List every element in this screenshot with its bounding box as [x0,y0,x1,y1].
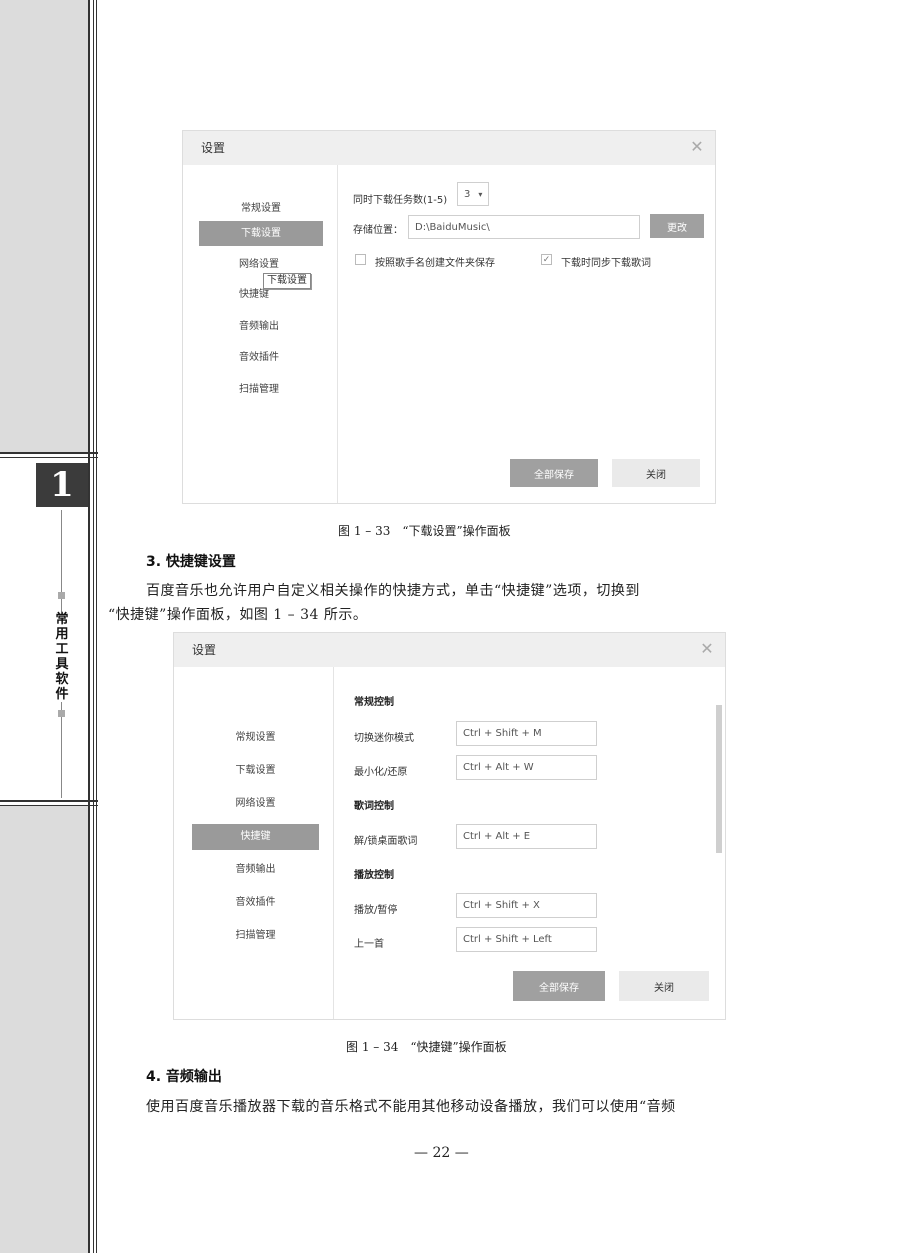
tooltip: 下载设置 [263,273,311,289]
margin-band-bottom [0,806,88,1253]
download-settings-window: 设置 ✕ 常规设置 下载设置 网络设置 快捷键 音频输出 音效插件 扫描管理 下… [182,130,716,504]
concurrent-tasks-label: 同时下载任务数(1-5) [353,195,448,206]
menu-item-effects[interactable]: 音效插件 [192,890,319,916]
figure-caption-1-34: 图 1 – 34 “快捷键”操作面板 [346,1040,507,1054]
side-vertical-title: 常用工具软件 [54,612,70,702]
storage-location-input[interactable]: D:\BaiduMusic\ [408,215,640,239]
chapter-logo: 1 [36,463,88,507]
margin-rule [96,0,97,1253]
paragraph-line: 使用百度音乐播放器下载的音乐格式不能用其他移动设备播放，我们可以使用“音频 [146,1099,676,1115]
group-playback-control: 播放控制 [354,870,394,881]
menu-item-network[interactable]: 网络设置 [192,791,319,817]
shortcut-input[interactable]: Ctrl + Shift + X [456,893,597,918]
group-general-control: 常规控制 [354,697,394,708]
shortcut-input[interactable]: Ctrl + Shift + Left [456,927,597,952]
close-icon[interactable]: ✕ [695,636,719,660]
menu-item-effects[interactable]: 音效插件 [199,346,323,370]
concurrent-tasks-select[interactable]: 3 ▾ [457,182,489,206]
chevron-down-icon: ▾ [478,189,483,199]
paragraph-line: 百度音乐也允许用户自定义相关操作的快捷方式，单击“快捷键”选项，切换到 [146,583,640,599]
menu-item-hotkeys[interactable]: 快捷键 [192,824,319,850]
section-heading-audio-output: 4. 音频输出 [146,1069,222,1085]
margin-band-middle [0,460,97,800]
shortcut-label: 上一首 [354,939,384,950]
menu-item-general[interactable]: 常规设置 [199,197,323,221]
shortcut-input[interactable]: Ctrl + Shift + M [456,721,597,746]
artist-folder-checkbox[interactable] [355,254,366,265]
close-button[interactable]: 关闭 [619,971,709,1001]
shortcut-input[interactable]: Ctrl + Alt + W [456,755,597,780]
shortcut-label: 最小化/还原 [354,767,408,778]
logo-glyph: 1 [50,465,74,505]
group-lyrics-control: 歌词控制 [354,801,394,812]
window-title-bar: 设置 [174,633,725,667]
menu-item-general[interactable]: 常规设置 [192,725,319,751]
margin-divider [0,800,98,802]
figure-caption-1-33: 图 1 – 33 “下载设置”操作面板 [338,524,511,538]
shortcut-input[interactable]: Ctrl + Alt + E [456,824,597,849]
margin-divider [0,452,98,454]
page-number: — 22 — [414,1145,469,1161]
paragraph-line: “快捷键”操作面板，如图 1 – 34 所示。 [108,607,368,623]
change-location-button[interactable]: 更改 [650,214,704,238]
shortcut-label: 播放/暂停 [354,905,398,916]
menu-item-download[interactable]: 下载设置 [199,221,323,246]
close-icon[interactable]: ✕ [685,134,709,158]
margin-square [58,710,65,717]
margin-divider [0,457,98,458]
section-heading-hotkeys: 3. 快捷键设置 [146,554,236,570]
menu-item-scan[interactable]: 扫描管理 [192,923,319,949]
menu-item-audio-output[interactable]: 音频输出 [199,315,323,339]
window-title-bar: 设置 [183,131,715,165]
save-all-button[interactable]: 全部保存 [513,971,605,1001]
sync-lyrics-label: 下载时同步下载歌词 [561,258,651,269]
shortcut-label: 切换迷你模式 [354,733,414,744]
menu-item-audio-output[interactable]: 音频输出 [192,857,319,883]
margin-square [58,592,65,599]
concurrent-tasks-value: 3 [464,188,471,200]
menu-item-download[interactable]: 下载设置 [192,758,319,784]
margin-rule [88,0,90,1253]
sync-lyrics-checkbox[interactable]: ✓ [541,254,552,265]
artist-folder-label: 按照歌手名创建文件夹保存 [375,258,495,269]
settings-menu: 常规设置 下载设置 网络设置 快捷键 音频输出 音效插件 扫描管理 [174,667,334,1019]
margin-band-top [0,0,88,452]
menu-item-scan[interactable]: 扫描管理 [199,378,323,402]
margin-rule [93,0,94,1253]
hotkey-settings-window: 设置 ✕ 常规设置 下载设置 网络设置 快捷键 音频输出 音效插件 扫描管理 常… [173,632,726,1020]
scrollbar[interactable] [716,705,722,853]
check-icon: ✓ [542,254,551,265]
margin-divider [0,805,98,806]
close-button[interactable]: 关闭 [612,459,700,487]
storage-location-label: 存储位置： [353,225,403,236]
window-title: 设置 [192,643,217,657]
save-all-button[interactable]: 全部保存 [510,459,598,487]
shortcut-label: 解/锁桌面歌词 [354,836,418,847]
settings-menu: 常规设置 下载设置 网络设置 快捷键 音频输出 音效插件 扫描管理 [183,165,338,503]
window-title: 设置 [201,141,226,155]
